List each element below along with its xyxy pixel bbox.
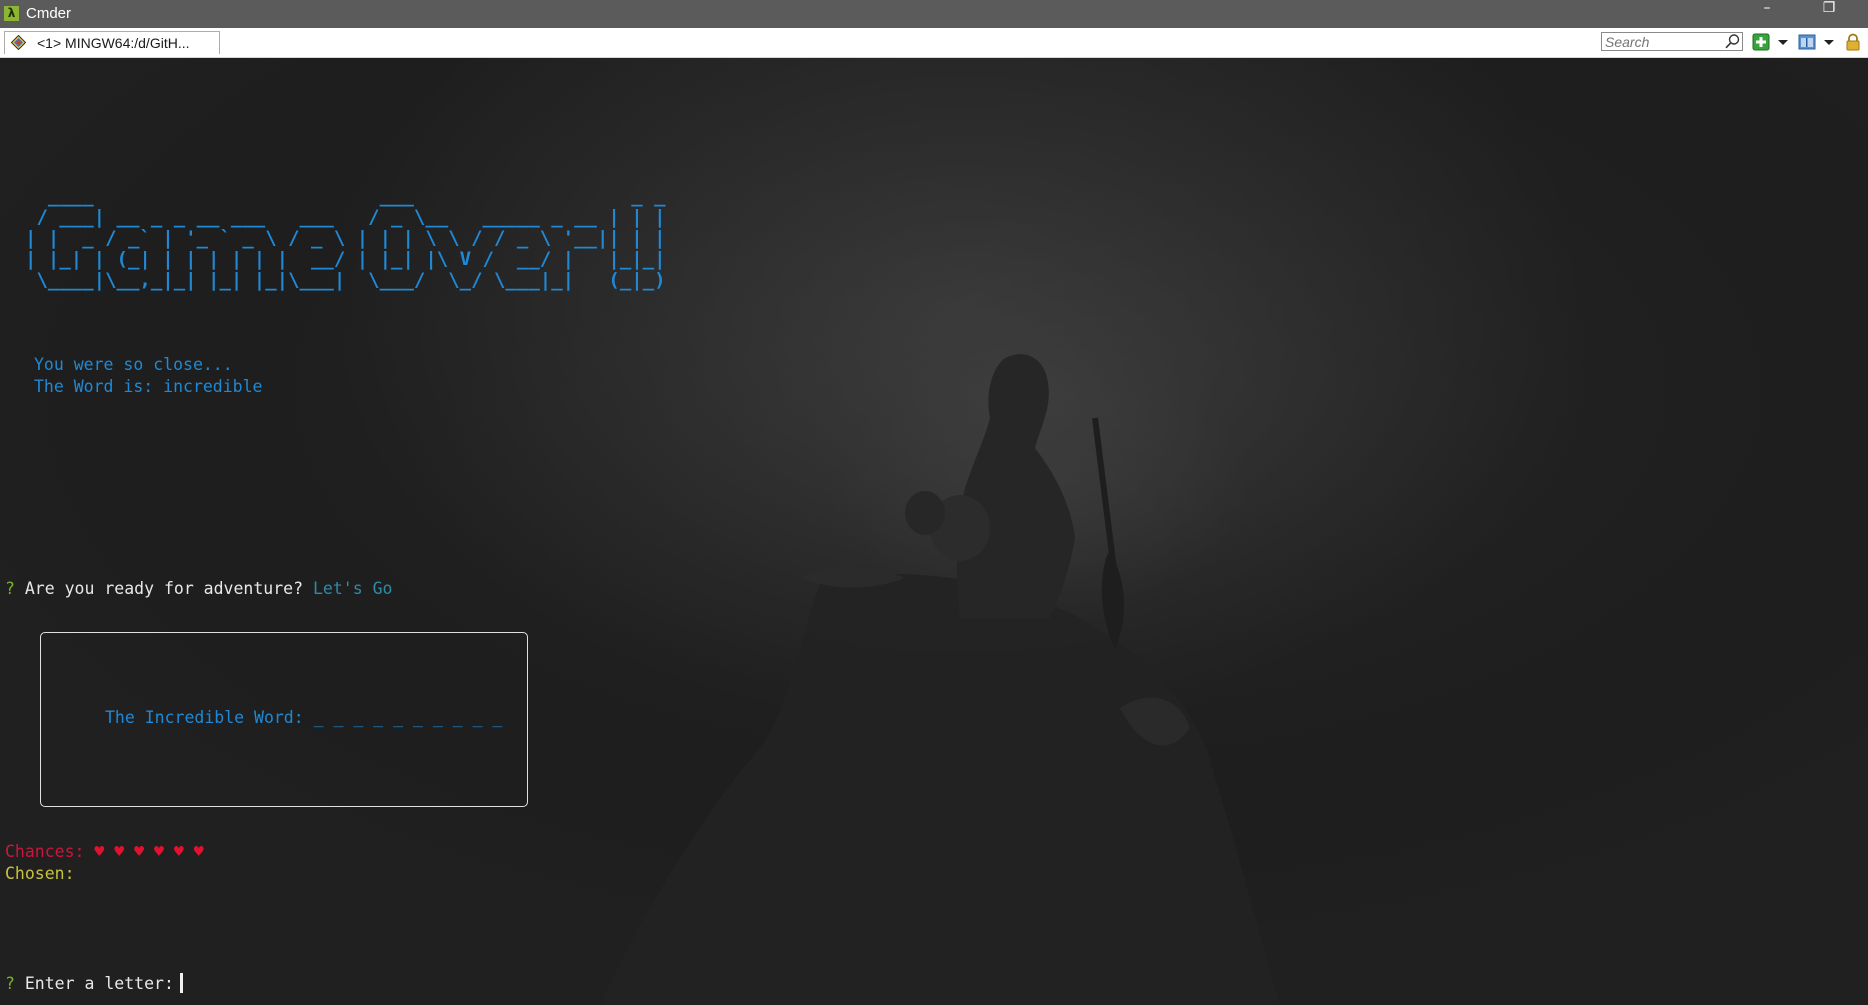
adventure-question: Are you ready for adventure? xyxy=(24,579,304,598)
search-icon[interactable] xyxy=(1724,33,1741,50)
terminal-area[interactable]: ____ ___ _ _ / ___| __ _ _ __ ___ ___ / … xyxy=(0,58,1868,1005)
word-reveal-message: The Word is: incredible xyxy=(34,377,263,396)
word-box: The Incredible Word: _ _ _ _ _ _ _ _ _ _ xyxy=(40,632,528,807)
text-cursor xyxy=(179,973,183,993)
word-blanks: _ _ _ _ _ _ _ _ _ _ xyxy=(313,708,503,727)
tab-label: <1> MINGW64:/d/GitH... xyxy=(37,35,190,51)
lambda-icon[interactable]: λ xyxy=(4,6,19,21)
prompt-symbol: ? xyxy=(5,579,15,598)
tab-bar: <1> MINGW64:/d/GitH... xyxy=(0,28,1868,58)
chances-line: Chances: ♥ ♥ ♥ ♥ ♥ ♥ xyxy=(5,842,204,861)
adventure-prompt-line: ? Are you ready for adventure? Let's Go xyxy=(5,579,392,598)
chances-hearts: ♥ ♥ ♥ ♥ ♥ ♥ xyxy=(94,842,204,861)
letter-prompt: Enter a letter: xyxy=(24,974,174,993)
chances-label: Chances: xyxy=(5,842,85,861)
letter-prompt-line[interactable]: ? Enter a letter: xyxy=(5,973,183,993)
tab-console-1[interactable]: <1> MINGW64:/d/GitH... xyxy=(4,31,220,54)
restore-button[interactable]: ❐ xyxy=(1806,0,1852,28)
dropdown-icon[interactable] xyxy=(1774,33,1792,51)
close-message: You were so close... xyxy=(34,355,233,374)
window-title: Cmder xyxy=(26,5,72,22)
new-console-icon[interactable] xyxy=(1752,33,1770,51)
word-box-label: The Incredible Word: xyxy=(105,708,304,727)
dropdown-icon[interactable] xyxy=(1820,33,1838,51)
lock-icon[interactable] xyxy=(1844,33,1862,51)
word-box-line: The Incredible Word: _ _ _ _ _ _ _ _ _ _ xyxy=(105,708,502,727)
adventure-answer: Let's Go xyxy=(312,579,393,598)
view-icon[interactable] xyxy=(1798,33,1816,51)
game-over-ascii-art: ____ ___ _ _ / ___| __ _ _ __ ___ ___ / … xyxy=(25,185,666,291)
prompt-symbol: ? xyxy=(5,974,15,993)
minimize-button[interactable]: – xyxy=(1744,0,1790,28)
title-bar: λ Cmder – ❐ xyxy=(0,0,1868,28)
chosen-label: Chosen: xyxy=(5,864,75,883)
chosen-line: Chosen: xyxy=(5,864,84,883)
search-input[interactable] xyxy=(1601,32,1743,51)
tab-console-icon xyxy=(11,35,26,50)
